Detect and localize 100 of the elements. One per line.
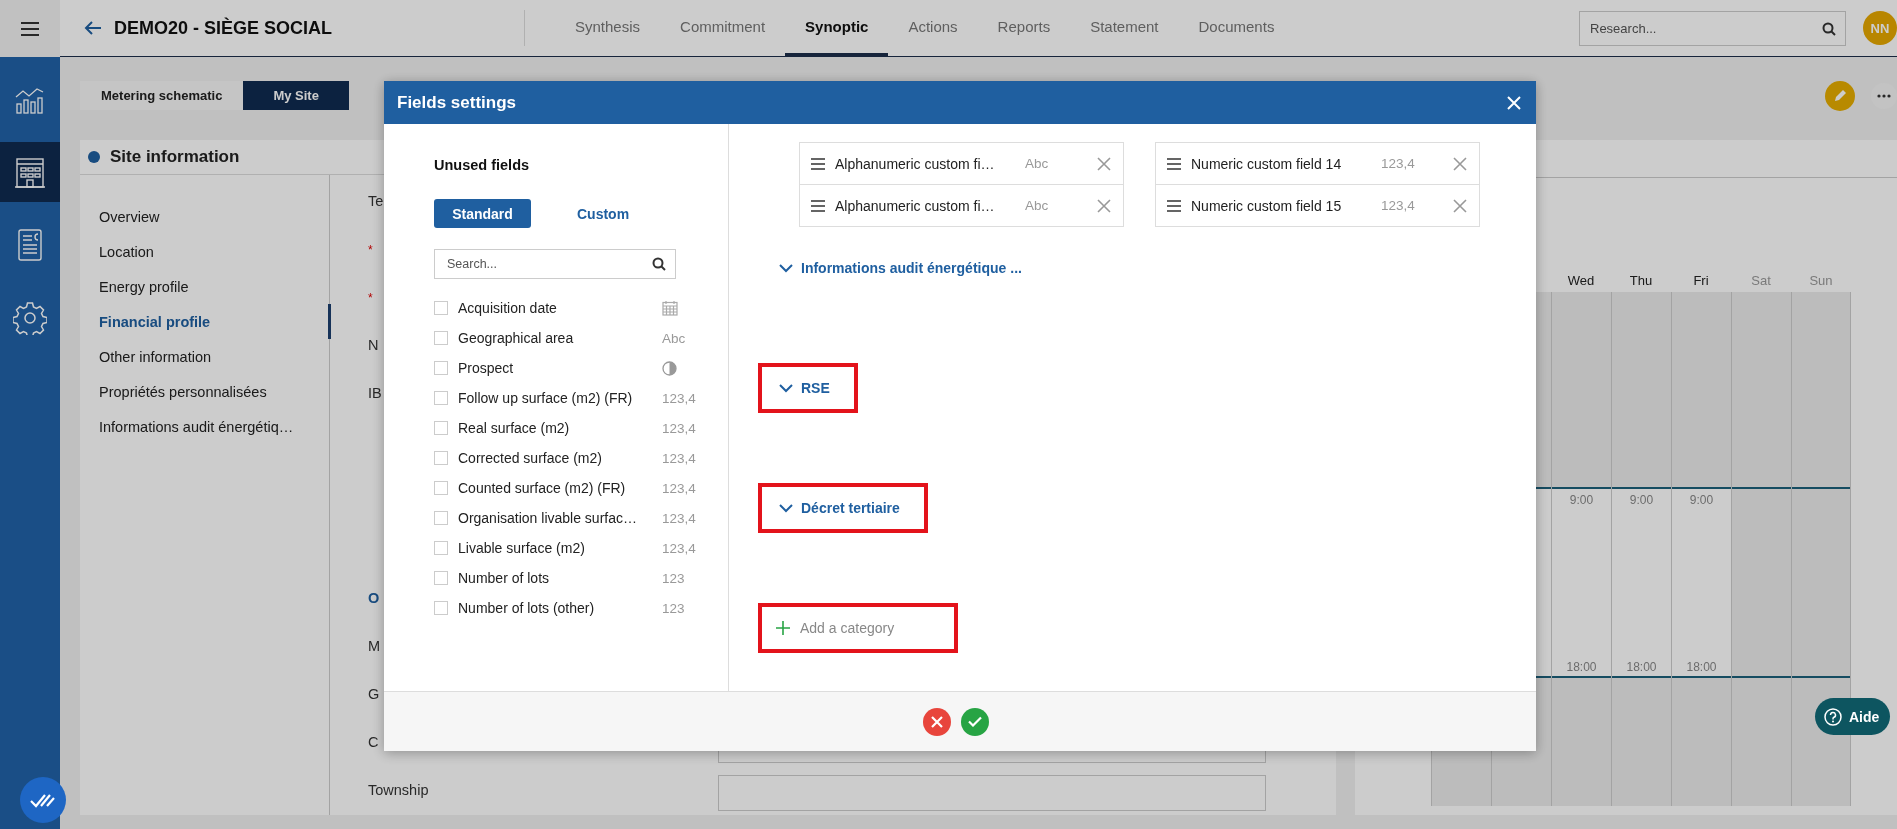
settings-icon bbox=[13, 301, 47, 335]
site-title: DEMO20 - SIÈGE SOCIAL bbox=[114, 17, 333, 39]
back-button[interactable] bbox=[84, 20, 102, 36]
chevron-icon bbox=[779, 263, 793, 273]
type-hint: Abc bbox=[662, 330, 686, 346]
close-icon bbox=[931, 715, 943, 728]
field-row[interactable]: Numeric custom field 15 123,4 bbox=[1156, 184, 1479, 226]
drag-handle-icon bbox=[810, 157, 826, 170]
checkbox[interactable] bbox=[434, 481, 448, 495]
nav-tab[interactable]: Documents bbox=[1178, 0, 1295, 56]
field-name: Counted surface (m2) (FR) bbox=[458, 480, 627, 496]
checkbox[interactable] bbox=[434, 541, 448, 555]
field-row[interactable]: Numeric custom field 14 123,4 bbox=[1156, 143, 1479, 184]
sidebar-item[interactable] bbox=[0, 142, 60, 202]
day-label: Fri bbox=[1693, 272, 1709, 288]
field-label: M bbox=[368, 638, 381, 654]
menu-button[interactable] bbox=[0, 0, 60, 57]
panel-title: Site information bbox=[110, 147, 240, 167]
section-link[interactable]: Financial profile bbox=[80, 304, 331, 339]
add-category-button[interactable]: Add a category bbox=[758, 603, 958, 653]
day-label: Sun bbox=[1809, 272, 1833, 288]
field-name: Real surface (m2) bbox=[458, 420, 571, 436]
calendar-icon bbox=[662, 300, 678, 316]
type-hint: 123,4 bbox=[662, 420, 696, 436]
plus-icon bbox=[776, 621, 790, 635]
checkbox[interactable] bbox=[434, 331, 448, 345]
type-hint: 123,4 bbox=[662, 510, 696, 526]
section-link[interactable]: Energy profile bbox=[80, 269, 331, 304]
field-name: Organisation livable surfac… bbox=[458, 510, 638, 526]
close-icon bbox=[1453, 156, 1467, 171]
cancel-button[interactable] bbox=[923, 707, 951, 736]
pencil-icon bbox=[1833, 88, 1847, 103]
nav-tab[interactable]: Statement bbox=[1070, 0, 1179, 56]
drag-handle-icon bbox=[1166, 157, 1182, 170]
search-icon bbox=[1822, 21, 1836, 36]
filter-tab[interactable]: Standard bbox=[434, 199, 531, 228]
section-title: O bbox=[368, 590, 380, 606]
section-link[interactable]: Overview bbox=[80, 199, 331, 234]
view-tab[interactable]: Metering schematic bbox=[80, 81, 244, 110]
text-field[interactable] bbox=[718, 775, 1266, 811]
checkbox[interactable] bbox=[434, 361, 448, 375]
drag-handle-icon bbox=[1166, 199, 1182, 212]
close-icon bbox=[1097, 156, 1111, 171]
checkbox[interactable] bbox=[434, 571, 448, 585]
checkbox[interactable] bbox=[434, 421, 448, 435]
field-name: Livable surface (m2) bbox=[458, 540, 586, 556]
field-label: N bbox=[368, 337, 379, 353]
close-time: 18:00 bbox=[1626, 660, 1657, 674]
section-link[interactable]: Informations audit énergétiq… bbox=[80, 409, 331, 444]
search-field[interactable]: Research... bbox=[1579, 10, 1846, 46]
confirm-button[interactable] bbox=[961, 707, 989, 736]
field-name: Geographical area bbox=[458, 330, 575, 346]
day-label: Thu bbox=[1629, 272, 1653, 288]
close-icon bbox=[1097, 198, 1111, 213]
nav-tab[interactable]: Reports bbox=[977, 0, 1071, 56]
field-name: Number of lots bbox=[458, 570, 551, 586]
field-row[interactable]: Alphanumeric custom fi… Abc bbox=[800, 184, 1123, 226]
field-row[interactable]: Alphanumeric custom fi… Abc bbox=[800, 143, 1123, 184]
checkbox[interactable] bbox=[434, 511, 448, 525]
nav-tab[interactable]: Actions bbox=[888, 0, 978, 56]
nav-tab[interactable]: Commitment bbox=[660, 0, 786, 56]
chevron-icon bbox=[779, 503, 793, 513]
filter-tab[interactable]: Custom bbox=[563, 199, 644, 228]
checkbox[interactable] bbox=[434, 391, 448, 405]
search-field[interactable]: Search... bbox=[434, 249, 676, 279]
category-toggle[interactable]: Informations audit énergétique ... bbox=[758, 243, 1050, 293]
checkbox[interactable] bbox=[434, 301, 448, 315]
help-icon bbox=[1824, 707, 1842, 726]
remove-button[interactable] bbox=[1453, 198, 1467, 213]
view-tab[interactable]: My Site bbox=[243, 81, 349, 110]
section-link[interactable]: Location bbox=[80, 234, 331, 269]
remove-button[interactable] bbox=[1097, 198, 1111, 213]
close-button[interactable] bbox=[1506, 94, 1522, 111]
remove-button[interactable] bbox=[1453, 156, 1467, 171]
category-toggle[interactable]: Décret tertiaire bbox=[758, 483, 928, 533]
field-name: Corrected surface (m2) bbox=[458, 450, 603, 466]
checkbox[interactable] bbox=[434, 451, 448, 465]
menu-icon bbox=[20, 20, 40, 37]
document-icon bbox=[16, 228, 44, 262]
category-toggle[interactable]: RSE bbox=[758, 363, 858, 413]
check-icon bbox=[968, 716, 982, 727]
close-icon bbox=[1506, 94, 1522, 111]
required-mark: * bbox=[368, 243, 373, 257]
drag-handle-icon bbox=[810, 199, 826, 212]
edit-button[interactable] bbox=[1825, 80, 1855, 111]
type-hint: 123 bbox=[662, 600, 685, 616]
section-link[interactable]: Other information bbox=[80, 339, 331, 374]
field-name: Prospect bbox=[458, 360, 515, 376]
field-name: Acquisition date bbox=[458, 300, 558, 316]
section-link[interactable]: Propriétés personnalisées bbox=[80, 374, 331, 409]
building-icon bbox=[14, 155, 46, 189]
field-name: Follow up surface (m2) (FR) bbox=[458, 390, 634, 406]
nav-tab[interactable]: Synthesis bbox=[555, 0, 661, 56]
dialog-title: Fields settings bbox=[397, 92, 517, 113]
chevron-icon bbox=[779, 383, 793, 393]
checkbox[interactable] bbox=[434, 601, 448, 615]
open-time: 9:00 bbox=[1569, 493, 1594, 507]
type-hint: 123,4 bbox=[662, 480, 696, 496]
half-circle-icon bbox=[662, 360, 677, 376]
remove-button[interactable] bbox=[1097, 156, 1111, 171]
